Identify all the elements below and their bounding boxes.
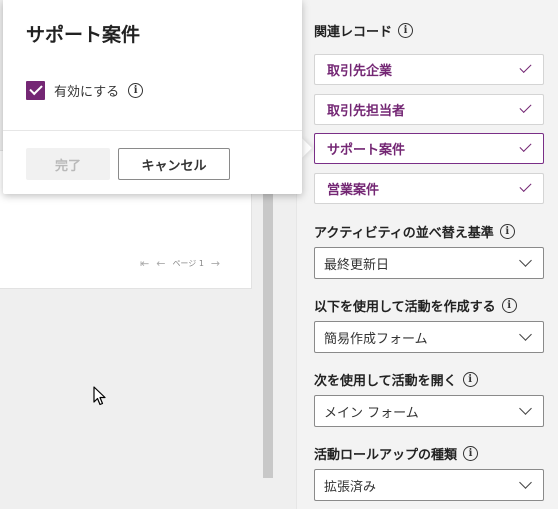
checkmark-icon	[519, 185, 531, 193]
done-button[interactable]: 完了	[26, 148, 110, 180]
cancel-button[interactable]: キャンセル	[118, 148, 230, 180]
properties-panel: 関連レコード i 取引先企業 取引先担当者 サポート案件 営業案件 アクティビテ…	[296, 0, 558, 509]
next-page-icon[interactable]: →	[211, 257, 220, 270]
activity-sort-heading: アクティビティの並べ替え基準 i	[314, 222, 515, 241]
open-activity-heading: 次を使用して活動を開く i	[314, 370, 478, 389]
mouse-pointer-icon	[93, 386, 107, 410]
related-record-contacts[interactable]: 取引先担当者	[314, 94, 544, 125]
chevron-down-icon	[519, 254, 532, 267]
open-activity-select[interactable]: メイン フォーム	[314, 395, 544, 427]
create-activity-heading: 以下を使用して活動を作成する i	[314, 296, 517, 315]
activity-sort-select[interactable]: 最終更新日	[314, 247, 544, 279]
checkmark-icon	[519, 106, 531, 114]
popup-title: サポート案件	[26, 24, 141, 46]
info-icon[interactable]: i	[462, 372, 478, 387]
chevron-down-icon	[519, 476, 532, 489]
checkmark-icon	[519, 66, 531, 74]
previous-page-icon[interactable]: ←	[156, 257, 165, 270]
first-page-icon[interactable]: ⇤	[140, 257, 149, 270]
enable-row: 有効にする i	[26, 81, 144, 100]
rollup-type-heading: 活動ロールアップの種類 i	[314, 444, 479, 463]
info-icon[interactable]: i	[128, 83, 144, 98]
info-icon[interactable]: i	[463, 446, 479, 461]
enable-label: 有効にする	[54, 85, 120, 100]
info-icon[interactable]: i	[398, 23, 414, 38]
enable-checkbox[interactable]	[26, 81, 45, 100]
related-records-heading: 関連レコード i	[314, 21, 414, 40]
info-icon[interactable]: i	[501, 298, 517, 313]
page-indicator: ページ 1	[172, 259, 204, 268]
chevron-down-icon	[519, 328, 532, 341]
divider	[3, 130, 302, 131]
chevron-down-icon	[519, 402, 532, 415]
pager: ⇤ ← ページ 1 →	[140, 257, 220, 270]
related-record-cases[interactable]: サポート案件	[314, 133, 544, 164]
related-record-accounts[interactable]: 取引先企業	[314, 54, 544, 85]
create-activity-select[interactable]: 簡易作成フォーム	[314, 321, 544, 353]
related-record-opportunities[interactable]: 営業案件	[314, 173, 544, 204]
rollup-type-select[interactable]: 拡張済み	[314, 469, 544, 501]
related-record-callout: サポート案件 有効にする i 完了 キャンセル	[3, 0, 302, 194]
checkmark-icon	[519, 145, 531, 153]
info-icon[interactable]: i	[499, 224, 515, 239]
